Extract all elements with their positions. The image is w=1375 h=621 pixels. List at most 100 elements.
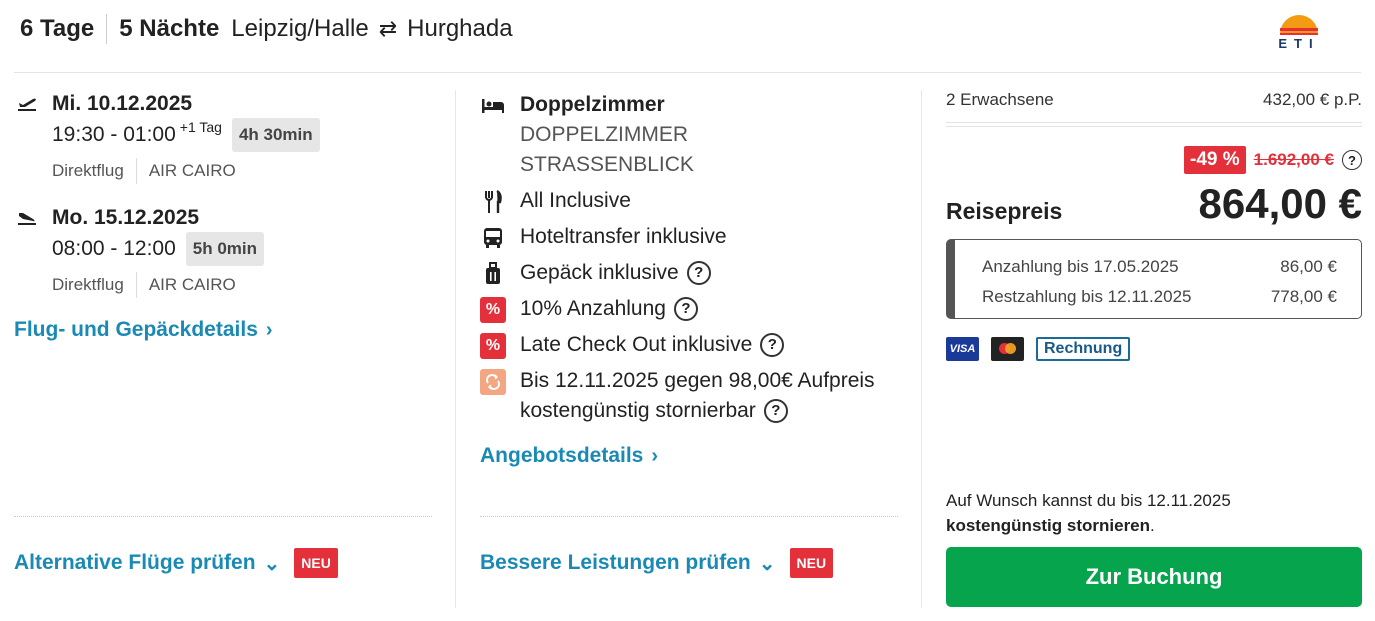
per-person-price: 432,00 € p.P. (1263, 90, 1362, 109)
return-type: Direktflug (52, 275, 124, 294)
trip-days: 6 Tage (20, 15, 95, 42)
bus-icon (480, 225, 506, 251)
deposit-label: 10% Anzahlung (520, 297, 666, 320)
cancellation-line2: kostengünstig stornierbar (520, 399, 756, 422)
percent-icon: % (480, 297, 506, 323)
chevron-down-icon: ⌄ (263, 552, 281, 575)
return-times: 08:00 - 12:00 (52, 237, 176, 260)
origin: Leipzig/Halle (231, 15, 369, 42)
note-bold: kostengünstig stornieren (946, 516, 1151, 535)
better-services-toggle[interactable]: Bessere Leistungen prüfen ⌄ NEU (480, 548, 834, 578)
payment-methods: VISA Rechnung (946, 337, 1131, 361)
chevron-right-icon: › (265, 318, 273, 341)
dotted-divider (480, 516, 898, 517)
column-divider (921, 90, 922, 608)
payment-schedule: Anzahlung bis 17.05.2025 86,00 € Restzah… (946, 239, 1362, 319)
outbound-airline: AIR CAIRO (148, 161, 236, 180)
better-services-label: Bessere Leistungen prüfen (480, 551, 751, 574)
room-line1: DOPPELZIMMER (520, 123, 689, 146)
alternative-flights-label: Alternative Flüge prüfen (14, 551, 256, 574)
chevron-down-icon: ⌄ (758, 552, 776, 575)
column-divider (455, 90, 456, 608)
rest-payment-value: 778,00 € (1270, 287, 1337, 306)
neu-badge: NEU (294, 548, 338, 578)
percent-icon: % (480, 333, 506, 359)
takeoff-icon (16, 94, 38, 114)
double-divider (946, 126, 1362, 127)
discount-badge: -49 % (1184, 146, 1246, 174)
cancellation-feature: Bis 12.11.2025 gegen 98,00€ Aufpreis kos… (480, 366, 900, 426)
cancellation-note: Auf Wunsch kannst du bis 12.11.2025 kost… (946, 488, 1231, 538)
eti-logo: ETI (1274, 8, 1324, 51)
help-icon[interactable]: ? (763, 399, 788, 424)
trip-header: 6 Tage 5 Nächte Leipzig/Halle ⇄ Hurghada (20, 14, 513, 44)
trip-nights: 5 Nächte (119, 15, 220, 42)
dotted-divider (14, 516, 432, 517)
outbound-date: Mi. 10.12.2025 (52, 92, 193, 115)
return-duration: 5h 0min (185, 232, 265, 266)
deposit-label: Anzahlung bis 17.05.2025 (982, 257, 1179, 276)
invoice-badge: Rechnung (1036, 337, 1131, 361)
outbound-flight: Mi. 10.12.2025 19:30 - 01:00 +1 Tag 4h 3… (14, 90, 434, 184)
deposit-value: 86,00 € (1280, 257, 1337, 276)
svg-text:ETI: ETI (1278, 36, 1319, 50)
return-date: Mo. 15.12.2025 (52, 206, 200, 229)
note-line1: Auf Wunsch kannst du bis 12.11.2025 (946, 491, 1231, 510)
outbound-meta: Direktflug AIR CAIRO (52, 158, 434, 184)
flights-column: Mi. 10.12.2025 19:30 - 01:00 +1 Tag 4h 3… (14, 90, 434, 342)
help-icon[interactable]: ? (760, 333, 785, 358)
room-title: Doppelzimmer (520, 93, 665, 116)
travellers: 2 Erwachsene (946, 90, 1054, 109)
cutlery-icon (480, 189, 506, 215)
rest-payment-row: Restzahlung bis 12.11.2025 778,00 € (982, 282, 1337, 312)
board-label: All Inclusive (520, 189, 631, 212)
offer-column: Doppelzimmer DOPPELZIMMER STRASSENBLICK … (480, 90, 900, 468)
landing-icon (16, 208, 38, 228)
destination: Hurghada (407, 15, 513, 42)
old-price: 1.692,00 € (1253, 150, 1334, 169)
swap-arrows-icon: ⇄ (378, 16, 398, 41)
chevron-right-icon: › (651, 444, 659, 467)
help-icon[interactable]: ? (1342, 150, 1362, 170)
return-meta: Direktflug AIR CAIRO (52, 272, 434, 298)
travellers-row: 2 Erwachsene 432,00 € p.P. (946, 90, 1362, 123)
help-icon[interactable]: ? (673, 297, 698, 322)
meta-divider (135, 158, 137, 184)
plus-day: +1 Tag (179, 119, 222, 135)
deposit-row: Anzahlung bis 17.05.2025 86,00 € (982, 252, 1337, 282)
alternative-flights-toggle[interactable]: Alternative Flüge prüfen ⌄ NEU (14, 548, 338, 578)
route: Leipzig/Halle ⇄ Hurghada (231, 15, 512, 43)
return-flight: Mo. 15.12.2025 08:00 - 12:00 5h 0min Dir… (14, 204, 434, 298)
price-column: 2 Erwachsene 432,00 € p.P. -49 % 1.692,0… (946, 90, 1362, 361)
meta-divider (135, 272, 137, 298)
checkout-label: Late Check Out inklusive (520, 333, 753, 356)
header-divider (106, 14, 108, 44)
discount-row: -49 % 1.692,00 € ? (1184, 146, 1362, 174)
visa-icon: VISA (946, 337, 979, 361)
offer-details-label: Angebotsdetails (480, 444, 644, 467)
bed-icon (480, 93, 506, 119)
help-icon[interactable]: ? (686, 261, 711, 286)
return-airline: AIR CAIRO (148, 275, 236, 294)
offer-details-link[interactable]: Angebotsdetails › (480, 444, 900, 468)
rest-payment-label: Restzahlung bis 12.11.2025 (982, 287, 1192, 306)
transfer-feature: Hoteltransfer inklusive (480, 222, 900, 252)
room-info: Doppelzimmer DOPPELZIMMER STRASSENBLICK (480, 90, 900, 180)
outbound-times: 19:30 - 01:00 (52, 123, 176, 146)
room-line2: STRASSENBLICK (520, 153, 694, 176)
book-button[interactable]: Zur Buchung (946, 547, 1362, 607)
outbound-type: Direktflug (52, 161, 124, 180)
luggage-label: Gepäck inklusive (520, 261, 679, 284)
cancellation-icon (480, 369, 506, 395)
luggage-feature: Gepäck inklusive? (480, 258, 900, 288)
flight-details-label: Flug- und Gepäckdetails (14, 318, 258, 341)
note-period: . (1150, 516, 1155, 535)
deposit-feature: % 10% Anzahlung? (480, 294, 900, 324)
checkout-feature: % Late Check Out inklusive? (480, 330, 900, 360)
cancellation-line1: Bis 12.11.2025 gegen 98,00€ Aufpreis (520, 369, 875, 392)
transfer-label: Hoteltransfer inklusive (520, 225, 727, 248)
total-price: 864,00 € (1198, 180, 1363, 227)
board-feature: All Inclusive (480, 186, 900, 216)
return-times-row: 08:00 - 12:00 5h 0min (52, 232, 434, 266)
flight-details-link[interactable]: Flug- und Gepäckdetails › (14, 318, 434, 342)
